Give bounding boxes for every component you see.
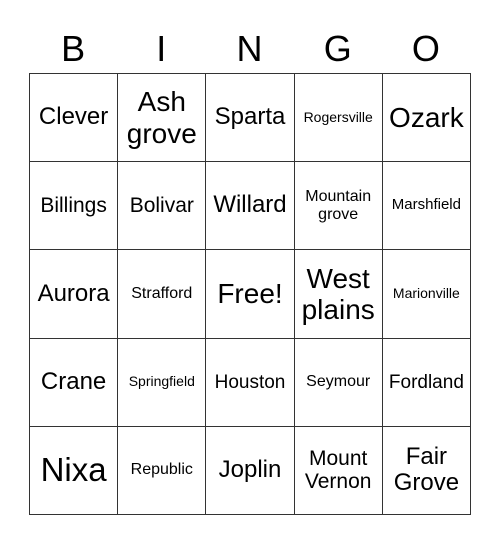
bingo-header: B I N G O [29, 26, 470, 72]
bingo-cell[interactable]: Springfield [118, 338, 207, 427]
header-letter-n: N [236, 28, 263, 69]
bingo-cell[interactable]: Seymour [294, 338, 383, 427]
header-letter-i: I [156, 28, 167, 69]
bingo-cell[interactable]: Fordland [382, 338, 471, 427]
bingo-cell[interactable]: Billings [30, 162, 119, 251]
bingo-cell[interactable]: Joplin [206, 426, 295, 515]
bingo-cell[interactable]: Aurora [30, 250, 119, 339]
bingo-cell[interactable]: West plains [294, 250, 383, 339]
bingo-cell[interactable]: Willard [206, 162, 295, 251]
bingo-cell[interactable]: Republic [118, 426, 207, 515]
bingo-cell[interactable]: Ash grove [118, 74, 207, 163]
bingo-cell[interactable]: Clever [30, 74, 119, 163]
bingo-cell[interactable]: Rogersville [294, 74, 383, 163]
bingo-cell[interactable]: Nixa [30, 426, 119, 515]
bingo-cell[interactable]: Bolivar [118, 162, 207, 251]
bingo-cell[interactable]: Mount Vernon [294, 426, 383, 515]
free-space-cell[interactable]: Free! [206, 250, 295, 339]
bingo-cell[interactable]: Mountain grove [294, 162, 383, 251]
header-letter-g: G [323, 28, 352, 69]
bingo-grid: Clever Ash grove Sparta Rogersville Ozark Bil… [29, 73, 471, 515]
header-letter-b: B [61, 28, 86, 69]
bingo-cell[interactable]: Ozark [382, 74, 471, 163]
header-letter-o: O [411, 28, 440, 69]
bingo-cell[interactable]: Fair Grove [382, 426, 471, 515]
bingo-cell[interactable]: Crane [30, 338, 119, 427]
bingo-cell[interactable]: Strafford [118, 250, 207, 339]
bingo-cell[interactable]: Marionville [382, 250, 471, 339]
bingo-cell[interactable]: Houston [206, 338, 295, 427]
bingo-cell[interactable]: Sparta [206, 74, 295, 163]
bingo-cell[interactable]: Marshfield [382, 162, 471, 251]
